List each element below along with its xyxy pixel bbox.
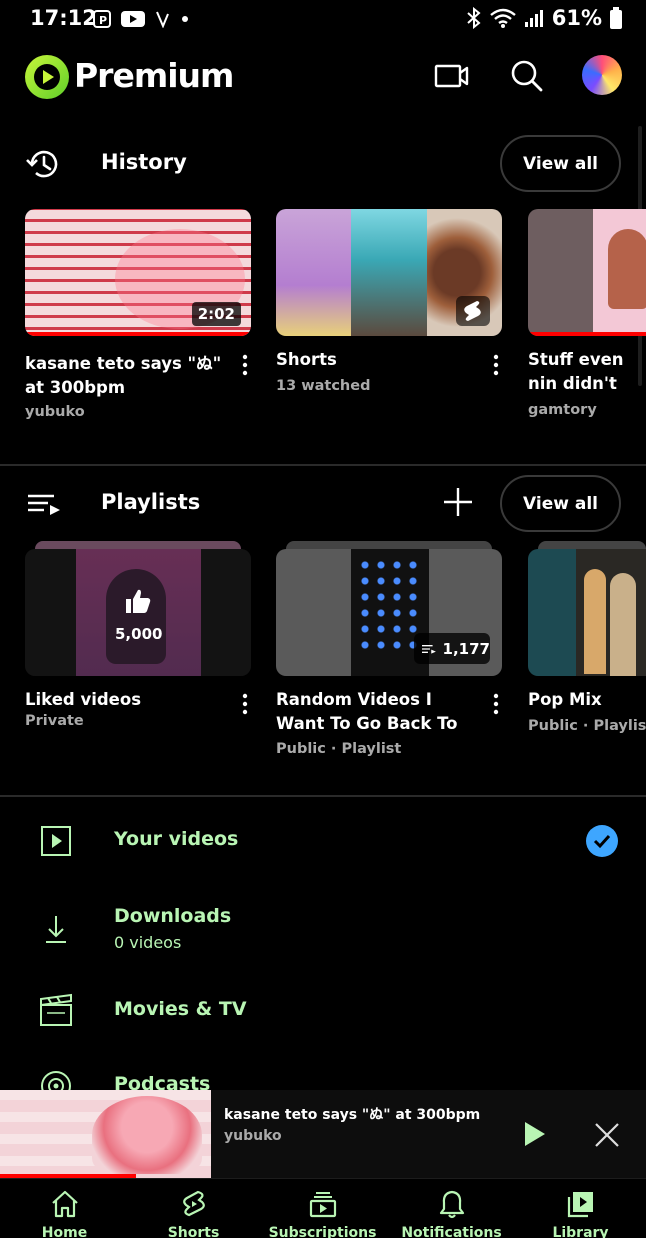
mini-player-thumbnail[interactable]: [0, 1090, 211, 1178]
movies-tv-item[interactable]: Movies & TV: [114, 998, 247, 1020]
playlist-privacy-2: Public · Playlist: [276, 741, 402, 757]
play-icon[interactable]: [518, 1118, 550, 1150]
history-thumbnail-3[interactable]: [528, 209, 646, 336]
section-divider: [0, 795, 646, 797]
more-vert-icon[interactable]: [233, 689, 257, 719]
mini-player-title: kasane teto says "ぬ" at 300bpm: [224, 1107, 481, 1123]
app-brand: Premium: [74, 56, 234, 95]
playlist-video-count: 1,177: [442, 639, 490, 658]
playlists-view-all-button[interactable]: View all: [500, 475, 621, 532]
verified-check-icon: [586, 825, 618, 857]
section-divider: [0, 464, 646, 466]
parking-notification-icon: P: [93, 10, 111, 28]
status-bar: 17:12 P 61%: [0, 0, 646, 40]
history-title: History: [101, 150, 187, 174]
movies-tv-icon: [40, 993, 72, 1026]
playlists-title: Playlists: [101, 490, 201, 514]
shorts-thumbnail[interactable]: [276, 209, 502, 336]
wifi-icon: [489, 8, 516, 28]
history-thumbnail-1[interactable]: 2:02: [25, 209, 251, 336]
playlist-title-1[interactable]: Liked videos: [25, 688, 225, 712]
account-avatar[interactable]: [582, 55, 622, 95]
cast-create-icon[interactable]: [431, 56, 471, 96]
playlist-title-3[interactable]: Pop Mix: [528, 688, 646, 712]
playlist-privacy-3: Public · Playlist: [528, 718, 646, 734]
youtube-premium-logo-icon: [25, 55, 69, 99]
watched-progress-bar: [528, 332, 646, 336]
bluetooth-icon: [467, 7, 481, 29]
history-view-all-button[interactable]: View all: [500, 135, 621, 192]
shorts-title[interactable]: Shorts: [276, 348, 476, 372]
history-channel-3[interactable]: gamtory: [528, 402, 597, 418]
svg-text:P: P: [99, 14, 107, 27]
bottom-navigation: Home Shorts Subscriptions Notifications …: [0, 1178, 646, 1238]
library-icon: [567, 1192, 593, 1218]
your-videos-item[interactable]: Your videos: [114, 828, 238, 850]
add-playlist-icon[interactable]: [440, 484, 476, 520]
history-channel-1[interactable]: yubuko: [25, 404, 85, 420]
video-duration: 2:02: [191, 302, 241, 326]
history-title-1[interactable]: kasane teto says "ぬ" at 300bpm: [25, 352, 225, 400]
more-vert-icon[interactable]: [233, 350, 257, 380]
nav-home[interactable]: Home: [0, 1179, 129, 1238]
playlist-privacy-1: Private: [25, 713, 84, 729]
app-notification-icon: [156, 11, 169, 28]
more-notifications-dot-icon: [182, 16, 188, 22]
liked-count: 5,000: [115, 625, 163, 643]
random-playlist-thumbnail[interactable]: 1,177: [276, 549, 502, 676]
download-icon: [46, 916, 66, 943]
battery-icon: [610, 7, 622, 29]
watched-progress-bar: [25, 332, 251, 336]
mini-player-channel: yubuko: [224, 1128, 282, 1144]
your-videos-icon: [41, 826, 71, 856]
downloads-count: 0 videos: [114, 933, 182, 952]
subscriptions-icon: [309, 1192, 336, 1218]
playlist-title-2[interactable]: Random Videos I Want To Go Back To: [276, 688, 476, 736]
nav-notifications[interactable]: Notifications: [387, 1179, 516, 1238]
liked-videos-thumbnail[interactable]: 5,000: [25, 549, 251, 676]
playlists-icon: [28, 494, 60, 515]
more-vert-icon[interactable]: [484, 689, 508, 719]
home-icon: [51, 1190, 78, 1218]
shorts-watched-count: 13 watched: [276, 378, 371, 394]
more-vert-icon[interactable]: [484, 350, 508, 380]
nav-library[interactable]: Library: [516, 1179, 645, 1238]
shorts-badge-icon: [456, 296, 490, 326]
close-icon[interactable]: [592, 1120, 622, 1150]
nav-shorts[interactable]: Shorts: [129, 1179, 258, 1238]
search-icon[interactable]: [507, 56, 547, 96]
thumbs-up-icon: [126, 589, 151, 613]
signal-icon: [524, 10, 543, 27]
bell-icon: [439, 1190, 464, 1219]
pop-mix-thumbnail[interactable]: [528, 549, 646, 676]
nav-subscriptions[interactable]: Subscriptions: [258, 1179, 387, 1238]
downloads-item[interactable]: Downloads: [114, 905, 231, 927]
battery-percent: 61%: [551, 6, 602, 30]
playlist-count-icon: [422, 644, 436, 654]
history-icon: [26, 150, 58, 178]
status-time: 17:12: [30, 6, 97, 30]
mini-player[interactable]: kasane teto says "ぬ" at 300bpm yubuko: [0, 1090, 646, 1178]
history-title-3[interactable]: Stuff even nin didn't see com: [528, 348, 646, 396]
shorts-icon: [182, 1190, 205, 1217]
youtube-notification-icon: [121, 11, 145, 27]
